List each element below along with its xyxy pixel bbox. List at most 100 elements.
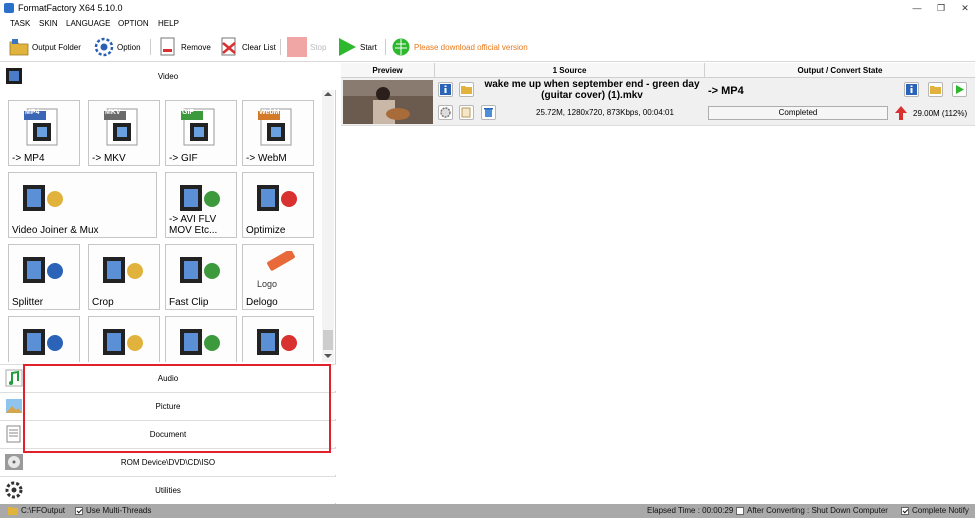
video-tile[interactable]: Video (242, 316, 314, 362)
trash-icon (484, 108, 493, 117)
globe-download-icon (392, 38, 410, 56)
task-info-button[interactable] (438, 82, 453, 97)
menu-task[interactable]: TASK (10, 19, 30, 28)
video-tile[interactable]: Video Joiner & Mux (8, 172, 157, 238)
output-play-button[interactable] (952, 82, 967, 97)
video-tile[interactable]: MKV -> MKV (88, 100, 160, 166)
multi-threads-checkbox[interactable]: Use Multi-Threads (75, 506, 151, 515)
output-folder-open-button[interactable] (928, 82, 943, 97)
play-icon (956, 85, 964, 94)
video-tile[interactable]: -> AVI FLV MOV Etc... (165, 172, 237, 238)
format-icon (180, 329, 220, 355)
task-source-folder-button[interactable] (459, 82, 474, 97)
task-row[interactable]: wake me up when september end - green da… (341, 78, 975, 126)
gear-icon (94, 37, 114, 57)
option-label: Option (117, 42, 141, 52)
category-utilities[interactable]: Utilities (0, 476, 336, 503)
app-logo-icon (4, 3, 14, 13)
after-converting-check[interactable] (736, 506, 744, 515)
tile-badge: MP4 (25, 109, 40, 116)
column-source[interactable]: 1 Source (435, 63, 705, 78)
stop-label: Stop (310, 42, 327, 52)
video-tile[interactable]: Format (165, 316, 237, 362)
title-bar: FormatFactory X64 5.10.0 — ❐ ✕ (0, 0, 975, 17)
category-rom-label: ROM Device\DVD\CD\ISO (120, 457, 216, 467)
output-size-ratio: (112%) (941, 109, 968, 118)
after-converting-checkbox[interactable]: After Converting : Shut Down Computer (736, 506, 888, 515)
task-settings-button[interactable] (438, 105, 453, 120)
start-button[interactable]: Start (337, 36, 377, 58)
tile-badge: MKV (105, 109, 121, 116)
elapsed-time-label: Elapsed Time : 00:00:29 (647, 506, 734, 515)
maximize-button[interactable]: ❐ (934, 2, 948, 14)
avi-flv-mov-icon (180, 185, 220, 211)
complete-notify-check[interactable] (901, 506, 909, 515)
picture-icon (6, 399, 22, 413)
video-tile-label: Optimize (246, 225, 286, 236)
column-preview[interactable]: Preview (341, 63, 435, 78)
remove-button[interactable]: Remove (158, 36, 211, 58)
screen-record-icon (103, 329, 143, 355)
task-edit-button[interactable] (459, 105, 474, 120)
video-tile[interactable]: Splitter (8, 244, 80, 310)
output-folder-button[interactable]: Output Folder (9, 36, 81, 58)
remove-label: Remove (181, 42, 211, 52)
tile-badge: WebM (259, 109, 280, 116)
info-icon (440, 84, 451, 95)
utilities-gear-icon (5, 481, 23, 499)
menu-skin[interactable]: SKIN (39, 19, 58, 28)
video-tile[interactable]: GIF -> GIF (165, 100, 237, 166)
video-tile[interactable]: Crop (88, 244, 160, 310)
scroll-thumb[interactable] (323, 330, 333, 350)
start-label: Start (360, 42, 377, 52)
video-tile[interactable]: Optimize (242, 172, 314, 238)
crop-icon (103, 257, 143, 283)
video-tile[interactable]: Export (8, 316, 80, 362)
download-notice-link[interactable]: Please download official version (391, 36, 528, 58)
folder-icon (930, 86, 941, 94)
elapsed-time: Elapsed Time : 00:00:29 (647, 506, 733, 515)
minimize-button[interactable]: — (910, 2, 924, 14)
folder-icon (461, 86, 472, 94)
menu-help[interactable]: HELP (158, 19, 179, 28)
edit-icon (461, 107, 471, 118)
option-button[interactable]: Option (94, 36, 141, 58)
menu-bar: TASK SKIN LANGUAGE OPTION HELP (0, 17, 975, 31)
category-video[interactable]: Video (0, 63, 336, 90)
status-bar: C:\FFOutput Use Multi-Threads Elapsed Ti… (0, 504, 975, 518)
fast-clip-icon (180, 257, 220, 283)
task-output-size: 29.00M (112%) (913, 109, 967, 118)
remove-icon (160, 37, 175, 56)
close-button[interactable]: ✕ (958, 2, 972, 14)
complete-notify-checkbox[interactable]: Complete Notify (901, 506, 969, 515)
toolbar-separator (280, 39, 281, 55)
output-info-button[interactable] (904, 82, 919, 97)
toolbar: Output Folder Option Remove Clear List S… (0, 31, 975, 62)
clear-list-icon (221, 37, 236, 56)
play-icon (339, 38, 356, 56)
output-path-label: C:\FFOutput (21, 506, 66, 515)
video-tile-label: -> MP4 (12, 153, 45, 164)
task-source-info: 25.72M, 1280x720, 873Kbps, 00:04:01 (536, 108, 674, 117)
output-path[interactable]: C:\FFOutput (8, 506, 65, 515)
video-tile[interactable]: Fast Clip (165, 244, 237, 310)
video-tile-label: Fast Clip (169, 297, 209, 308)
scroll-up-icon[interactable] (324, 92, 332, 96)
scroll-down-icon[interactable] (324, 354, 332, 358)
menu-option[interactable]: OPTION (118, 19, 149, 28)
video-tile[interactable]: Logo Delogo (242, 244, 314, 310)
stop-button[interactable]: Stop (287, 36, 326, 58)
clear-list-label: Clear List (242, 42, 276, 52)
gear-icon (440, 107, 451, 118)
video-tile[interactable]: MP4 -> MP4 (8, 100, 80, 166)
video-tile[interactable]: WebM -> WebM (242, 100, 314, 166)
multi-threads-check[interactable] (75, 506, 83, 515)
clear-list-button[interactable]: Clear List (219, 36, 276, 58)
video-tile[interactable]: Screen (88, 316, 160, 362)
video-icon (257, 329, 297, 355)
column-output[interactable]: Output / Convert State (705, 63, 975, 78)
task-target-format: -> MP4 (708, 85, 744, 97)
menu-language[interactable]: LANGUAGE (66, 19, 110, 28)
task-delete-button[interactable] (481, 105, 496, 120)
video-scrollbar[interactable] (322, 90, 334, 362)
